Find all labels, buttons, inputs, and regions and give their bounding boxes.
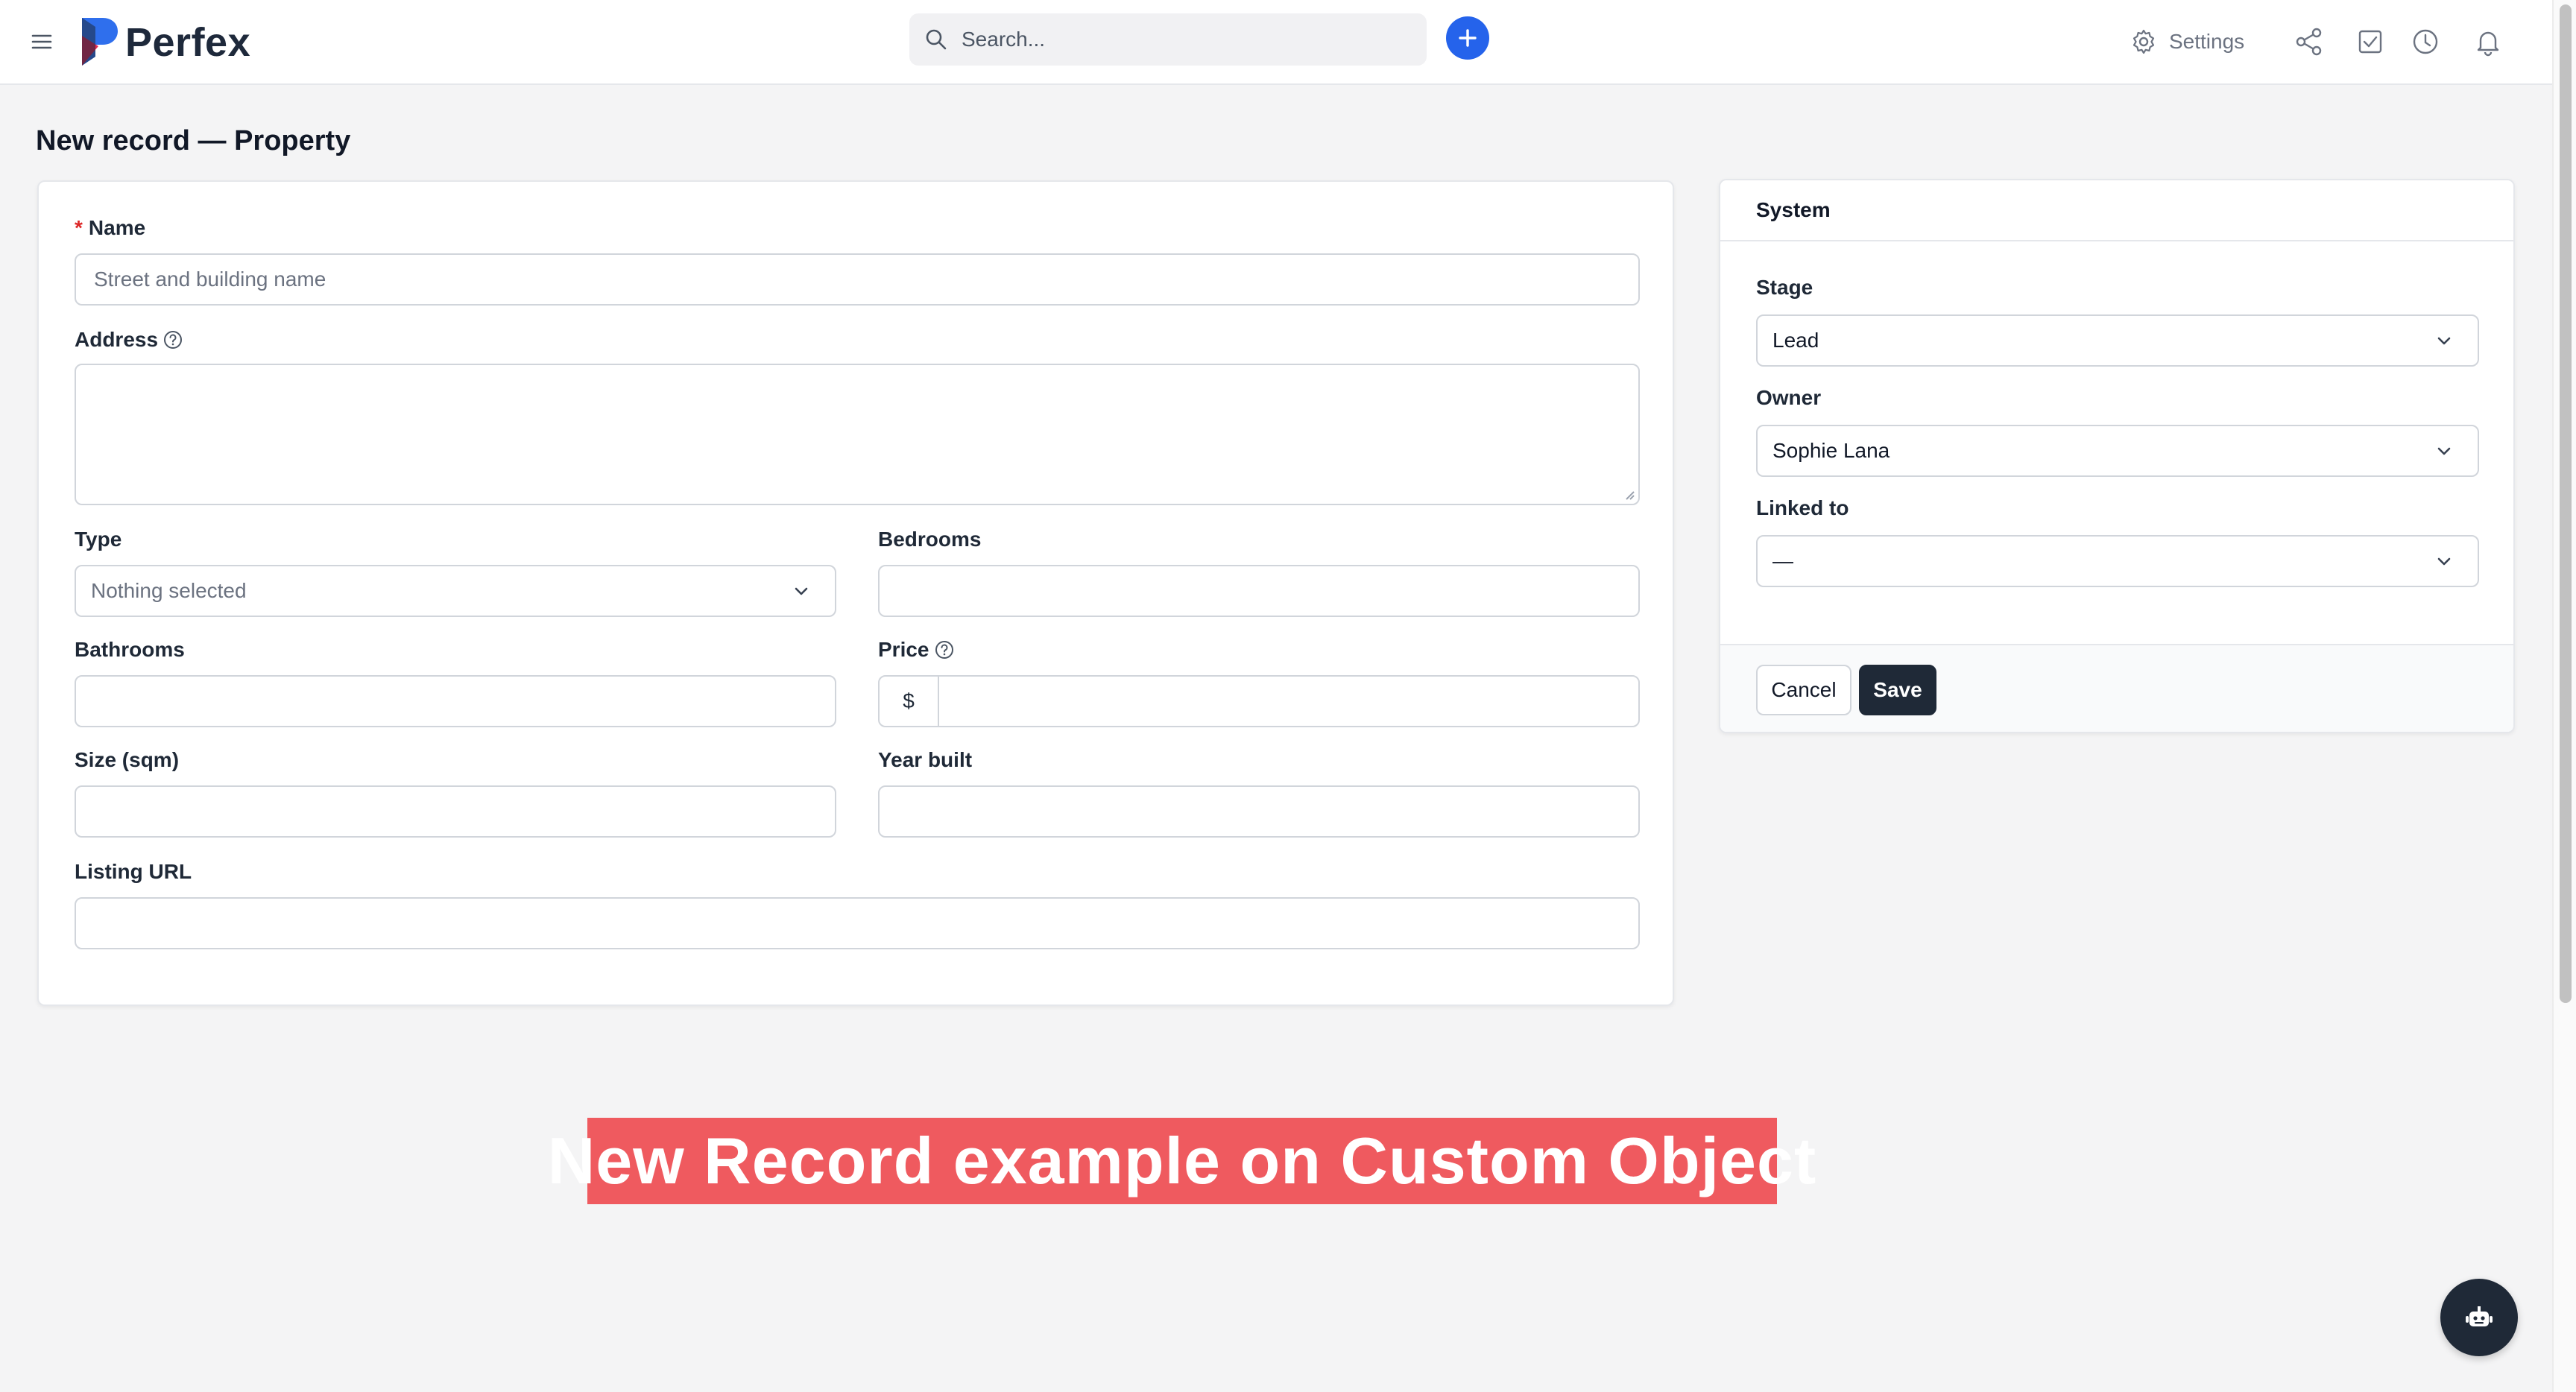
system-panel-title: System <box>1756 198 1831 221</box>
resize-handle-icon[interactable] <box>1622 487 1635 501</box>
gear-icon <box>2133 29 2155 54</box>
settings-label: Settings <box>2169 30 2245 53</box>
price-input-group[interactable]: $ <box>878 675 1640 727</box>
required-marker: * <box>75 216 83 239</box>
bathrooms-input[interactable] <box>75 675 836 727</box>
size-input[interactable] <box>75 785 836 838</box>
search-input[interactable] <box>962 13 1427 66</box>
clock-icon[interactable] <box>2411 27 2440 57</box>
type-label: Type <box>75 528 122 551</box>
page-title: New record — Property <box>36 125 351 156</box>
name-label-text: Name <box>88 216 146 239</box>
brand-name: Perfex <box>125 20 251 65</box>
ai-assistant-button[interactable] <box>2440 1279 2518 1356</box>
robot-icon <box>2466 1306 2493 1326</box>
year-built-label: Year built <box>878 748 973 771</box>
top-navbar: Perfex Settings <box>0 0 2552 85</box>
help-icon[interactable] <box>934 639 955 660</box>
settings-link[interactable]: Settings <box>2130 27 2244 57</box>
address-label-text: Address <box>75 328 159 351</box>
checkbox-icon[interactable] <box>2355 27 2385 57</box>
currency-prefix: $ <box>880 677 939 726</box>
brand-logo[interactable]: Perfex <box>80 16 250 69</box>
scrollbar-thumb[interactable] <box>2560 4 2572 1003</box>
save-button[interactable]: Save <box>1859 665 1936 715</box>
chevron-down-icon <box>2437 337 2451 345</box>
listing-url-input[interactable] <box>75 897 1640 949</box>
linked-to-select[interactable]: — <box>1756 535 2479 587</box>
plus-icon <box>1459 29 1477 47</box>
system-panel: System Stage Lead Owner Sophie Lana Link… <box>1719 179 2515 733</box>
owner-select[interactable]: Sophie Lana <box>1756 425 2479 477</box>
linked-to-label: Linked to <box>1756 496 1849 519</box>
bathrooms-label: Bathrooms <box>75 638 185 661</box>
system-panel-header: System <box>1720 180 2513 241</box>
address-textarea[interactable] <box>75 364 1640 505</box>
help-icon[interactable] <box>162 329 183 350</box>
bell-icon[interactable] <box>2473 27 2503 57</box>
bedrooms-input[interactable] <box>878 565 1640 617</box>
year-built-input[interactable] <box>878 785 1640 838</box>
owner-selected-value: Sophie Lana <box>1772 439 1890 462</box>
linked-to-selected-value: — <box>1772 549 1793 572</box>
listing-url-label: Listing URL <box>75 860 192 883</box>
bedrooms-label: Bedrooms <box>878 528 982 551</box>
address-label: Address <box>75 328 183 352</box>
name-input[interactable]: Street and building name <box>75 253 1640 306</box>
quick-create-button[interactable] <box>1446 16 1489 60</box>
cancel-button[interactable]: Cancel <box>1756 665 1852 715</box>
menu-icon[interactable] <box>30 30 54 54</box>
chevron-down-icon <box>2437 447 2451 455</box>
system-panel-footer: Cancel Save <box>1720 644 2513 732</box>
vertical-scrollbar[interactable] <box>2552 0 2576 1392</box>
record-form-card: * Name Street and building name Address … <box>37 180 1674 1006</box>
search-icon <box>926 29 947 50</box>
caption-banner: New Record example on Custom Object <box>548 1118 1816 1204</box>
chevron-down-icon <box>795 587 808 595</box>
caption-text: New Record example on Custom Object <box>547 1124 1817 1198</box>
stage-select[interactable]: Lead <box>1756 314 2479 367</box>
name-label: * Name <box>75 216 145 240</box>
price-label: Price <box>878 638 955 662</box>
global-search[interactable] <box>909 13 1427 66</box>
stage-label: Stage <box>1756 276 1813 299</box>
name-placeholder: Street and building name <box>94 268 326 291</box>
chevron-down-icon <box>2437 557 2451 566</box>
type-selected-value: Nothing selected <box>91 579 247 602</box>
size-label: Size (sqm) <box>75 748 180 771</box>
type-select[interactable]: Nothing selected <box>75 565 836 617</box>
share-icon[interactable] <box>2294 27 2324 57</box>
stage-selected-value: Lead <box>1772 329 1819 352</box>
logo-mark-icon <box>82 18 118 66</box>
price-label-text: Price <box>878 638 929 661</box>
owner-label: Owner <box>1756 386 1822 409</box>
